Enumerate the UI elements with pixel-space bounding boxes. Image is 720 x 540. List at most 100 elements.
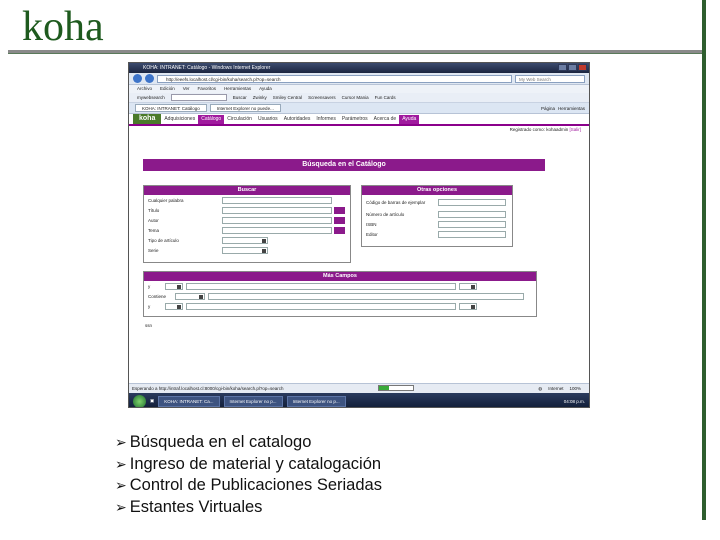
tema-browse-button[interactable] [334,226,345,234]
forward-icon[interactable] [145,74,154,83]
browser-tab-koha[interactable]: KOHA: INTRANET: Catálogo [135,104,207,112]
bullet-text: Ingreso de material y catalogación [129,454,382,473]
task-item[interactable]: Internet Explorer no p... [286,395,346,407]
quick-launch-icon[interactable]: ▣ [150,398,154,404]
titulo-browse-button[interactable] [334,206,345,214]
nav-informes[interactable]: Informes [313,115,338,124]
bullet-text: Búsqueda en el catalogo [129,433,312,451]
menu-ver[interactable]: Ver [183,85,190,93]
menu-herramientas[interactable]: Herramientas [224,85,251,93]
row-index-select[interactable] [175,292,205,300]
address-row: http://eeefs.localhost.cl/cgi-bin/koha/s… [129,73,589,85]
herramientas-menu[interactable]: Herramientas [558,106,585,111]
koha-logo[interactable]: koha [133,114,162,124]
field-label: Número de artículo [366,211,405,217]
browser-title-bar: KOHA: INTRANET: Catálogo - Windows Inter… [129,63,589,73]
menu-ayuda[interactable]: Ayuda [259,85,272,93]
isbn-input[interactable] [438,220,506,228]
row-term-input[interactable] [186,282,456,290]
side-divider [702,0,706,520]
list-item: ➢ Estantes Virtuales [115,497,382,519]
field-label: Código de barras de ejemplar [366,199,426,205]
browser-search-input[interactable]: My Web Search [515,74,585,83]
clock[interactable]: 04:08 p.m. [564,399,585,404]
field-editor: Editor [362,229,512,239]
row-operator: y [148,303,151,309]
toolbar-cursor[interactable]: Cursor Mania [342,95,369,100]
autor-input[interactable] [222,216,332,224]
pagina-menu[interactable]: Página [541,106,555,111]
bullet-text: Estantes Virtuales [129,497,263,516]
nav-ayuda[interactable]: Ayuda [399,115,420,124]
nav-circulacion[interactable]: Circulación [224,115,255,124]
tema-input[interactable] [222,226,332,234]
row-field-select[interactable] [459,282,477,290]
editor-input[interactable] [438,230,506,238]
field-label: Título [148,207,160,213]
nav-adquisiciones[interactable]: Adquisiciones [161,115,198,124]
row-term-input[interactable] [186,302,456,310]
row-field-select[interactable] [459,302,477,310]
numero-input[interactable] [438,210,506,218]
user-line-label: Registrado como: [509,127,545,132]
field-label: Autor [148,217,159,223]
row-index-select[interactable] [165,282,183,290]
toolbar-search-input[interactable] [170,94,227,101]
toolbar-zwinky[interactable]: Zwinky [253,95,267,100]
field-codigo: Código de barras de ejemplar [362,195,512,209]
codigo-input[interactable] [438,198,506,206]
arrow-bullet-icon: ➢ [115,498,127,515]
mas-campos-row: Contiene [144,291,536,301]
menu-bar: Archivo Edición Ver Favoritos Herramient… [129,85,589,93]
maximize-icon[interactable] [568,64,577,71]
arrow-bullet-icon: ➢ [115,434,127,450]
nav-autoridades[interactable]: Autoridades [281,115,314,124]
menu-archivo[interactable]: Archivo [137,85,152,93]
user-line: Registrado como: kohaadmin [Salir] [129,126,589,134]
task-item[interactable]: KOHA: INTRANET: Ca... [158,395,220,407]
field-label: Tipo de artículo [148,237,179,243]
toolbar-brand: mywebsearch [137,95,165,100]
field-tipo: Tipo de artículo [144,235,350,245]
toolbar-cards[interactable]: Fun Cards [375,95,396,100]
close-icon[interactable] [578,64,587,71]
globe-icon: ◍ [538,386,543,391]
nav-catalogo[interactable]: Catálogo [198,115,225,124]
nav-parametros[interactable]: Parámetros [339,115,371,124]
menu-favoritos[interactable]: Favoritos [198,85,217,93]
titulo-input[interactable] [222,206,332,214]
buscar-panel: Buscar Cualquier palabra Título Autor Te… [143,185,351,263]
browser-tab-error[interactable]: Internet Explorer no puede... [209,104,281,112]
back-icon[interactable] [133,74,142,83]
field-label: Serie [148,247,159,253]
page-title: Búsqueda en el Catálogo [143,159,545,171]
field-label: Editor [366,231,378,237]
start-icon[interactable] [133,394,146,407]
toolbar-buscar-button[interactable]: Buscar [233,95,247,100]
task-item[interactable]: Internet Explorer no p... [223,395,283,407]
menu-edicion[interactable]: Edición [160,85,175,93]
logout-link[interactable]: [Salir] [569,127,581,132]
tipo-select[interactable] [222,236,268,244]
field-label: ISBN [366,221,377,227]
nav-usuarios[interactable]: Usuarios [255,115,281,124]
serie-select[interactable] [222,246,268,254]
autor-browse-button[interactable] [334,216,345,224]
address-bar[interactable]: http://eeefs.localhost.cl/cgi-bin/koha/s… [157,74,512,83]
nav-acerca[interactable]: Acerca de [371,115,400,124]
loading-progress [378,385,414,391]
list-item: ➢ Búsqueda en el catalogo [115,432,382,454]
row-index-select[interactable] [165,302,183,310]
cualquier-input[interactable] [222,196,332,204]
row-operator: Contiene [148,293,167,299]
toolbar-smiley[interactable]: Smiley Central [273,95,302,100]
footer-label: ssn [145,323,153,328]
zoom-level[interactable]: 100% [569,384,581,393]
toolbar-screensavers[interactable]: Screensavers [308,95,336,100]
field-numero: Número de artículo [362,209,512,219]
row-term-input[interactable] [208,292,524,300]
field-serie: Serie [144,245,350,255]
toolbar-row: mywebsearch Buscar Zwinky Smiley Central… [129,93,589,103]
minimize-icon[interactable] [558,64,567,71]
arrow-bullet-icon: ➢ [115,455,127,472]
